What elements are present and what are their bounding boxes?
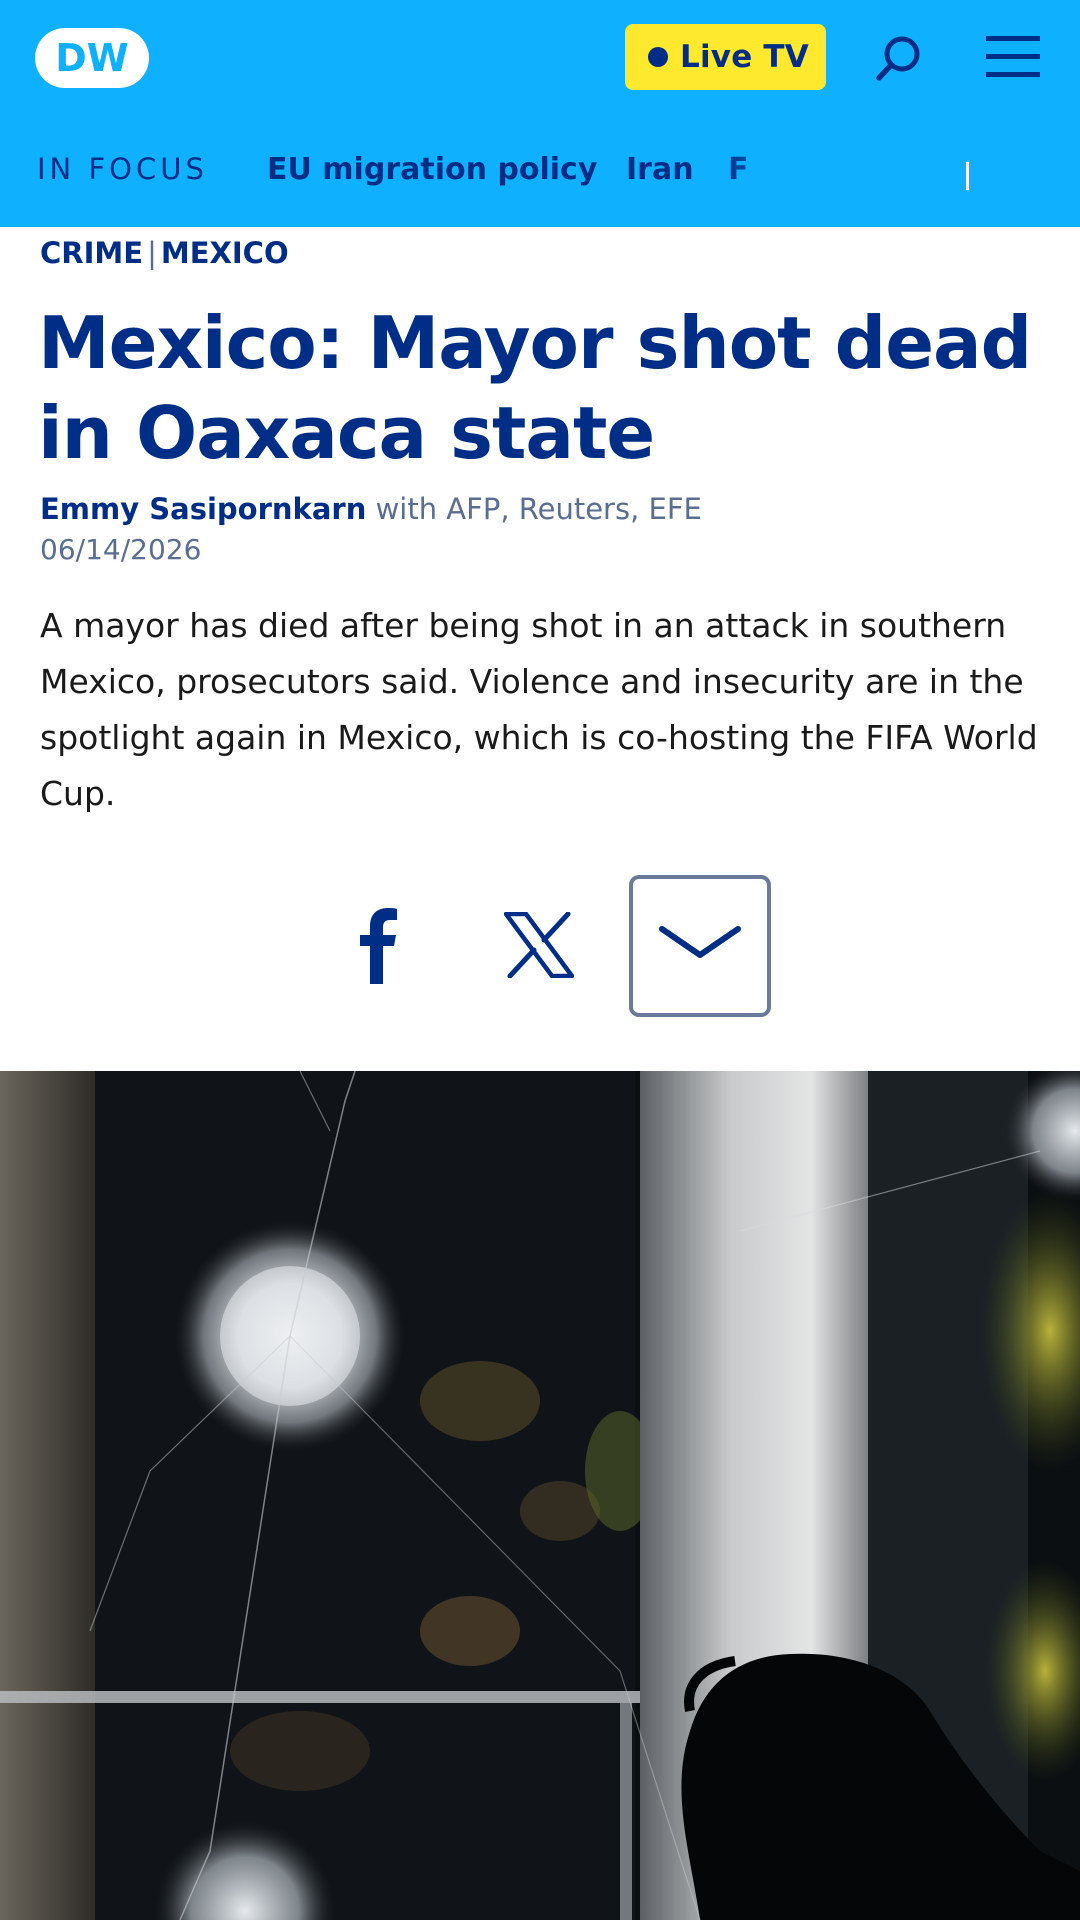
- chevron-down-icon: [659, 926, 741, 958]
- category-mexico[interactable]: MEXICO: [161, 236, 289, 270]
- share-more-button[interactable]: [629, 875, 771, 1017]
- category-separator: |: [147, 236, 157, 270]
- in-focus-label: IN FOCUS: [37, 152, 208, 186]
- search-icon: [876, 36, 920, 81]
- article-teaser: A mayor has died after being shot in an …: [40, 606, 1038, 813]
- hamburger-menu-icon: [986, 36, 1040, 77]
- article-date: 06/14/2026: [40, 533, 202, 566]
- menu-button[interactable]: [986, 33, 1042, 81]
- in-focus-nav: IN FOCUS EU migration policy Iran F: [0, 142, 1080, 202]
- dw-logo[interactable]: DW: [33, 26, 151, 90]
- live-tv-label: Live TV: [680, 39, 809, 75]
- nav-scroll-indicator: [966, 162, 969, 190]
- x-icon: [503, 911, 575, 979]
- dw-logo-icon: DW: [35, 28, 149, 88]
- share-x-button[interactable]: [503, 911, 575, 979]
- author-link[interactable]: Emmy Sasipornkarn: [40, 492, 366, 526]
- article-categories: CRIME | MEXICO: [40, 236, 289, 270]
- search-button[interactable]: [870, 30, 928, 88]
- focus-link-iran[interactable]: Iran: [626, 152, 694, 187]
- svg-text:DW: DW: [55, 36, 128, 80]
- article-byline: Emmy Sasipornkarn with AFP, Reuters, EFE: [40, 492, 702, 526]
- share-facebook-button[interactable]: [352, 908, 408, 984]
- focus-link-eu-migration[interactable]: EU migration policy: [267, 152, 597, 187]
- hero-photo-graphic: [0, 1071, 1080, 1920]
- article-headline: Mexico: Mayor shot dead in Oaxaca state: [38, 301, 1032, 475]
- site-header: DW Live TV IN FOCUS EU migration policy …: [0, 0, 1080, 227]
- category-crime[interactable]: CRIME: [40, 236, 143, 270]
- nav-fade-overlay: [720, 142, 1080, 202]
- facebook-icon: [360, 908, 397, 984]
- agencies-text: with AFP, Reuters, EFE: [375, 492, 702, 526]
- article-hero-image: [0, 1071, 1080, 1920]
- live-tv-button[interactable]: Live TV: [625, 24, 826, 90]
- live-dot-icon: [648, 47, 669, 67]
